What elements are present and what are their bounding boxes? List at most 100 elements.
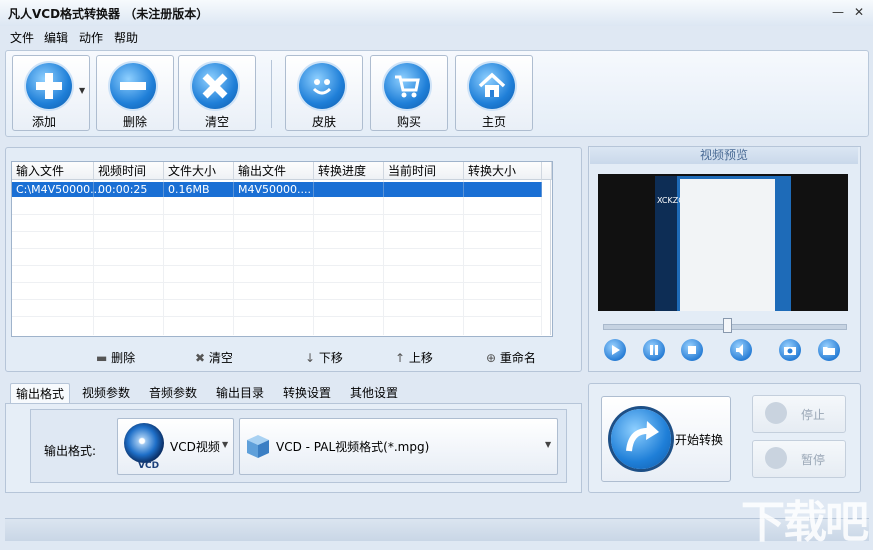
stop-label: 停止 xyxy=(801,408,826,422)
cell-input-file: C:\M4V50000... xyxy=(12,182,101,197)
add-label: 添加 xyxy=(31,115,56,129)
format-label: 输出格式: xyxy=(44,444,97,458)
home-button[interactable]: 主页 xyxy=(455,55,533,131)
column-header[interactable]: 当前时间 xyxy=(384,162,464,180)
column-header[interactable]: 转换进度 xyxy=(314,162,384,180)
status-bar xyxy=(5,518,869,541)
minimize-button[interactable]: — xyxy=(830,4,846,20)
column-header[interactable]: 转换大小 xyxy=(464,162,542,180)
start-convert-label: 开始转换 xyxy=(675,433,724,447)
clear-label: 清空 xyxy=(204,115,229,129)
move-down-label: 下移 xyxy=(318,351,343,365)
list-delete-label: 删除 xyxy=(111,351,136,365)
vcd-icon-label: VCD xyxy=(138,461,160,471)
format-preset-select[interactable]: VCD - PAL视频格式(*.mpg) ▼ xyxy=(239,418,558,475)
close-icon xyxy=(192,63,238,109)
stop-icon xyxy=(765,402,787,424)
box-icon xyxy=(245,433,269,458)
arrow-up-icon: ↑ xyxy=(395,351,406,365)
pause-button[interactable] xyxy=(643,339,665,361)
skin-label: 皮肤 xyxy=(311,115,336,129)
tab-other-settings[interactable]: 其他设置 xyxy=(345,383,403,403)
file-table: 输入文件 视频时间 文件大小 输出文件 转换进度 当前时间 转换大小 C:\M4… xyxy=(11,161,553,337)
menu-action[interactable]: 动作 xyxy=(79,29,103,46)
format-preset-value: VCD - PAL视频格式(*.mpg) xyxy=(276,440,430,454)
buy-button[interactable]: 购买 xyxy=(370,55,448,131)
cell-duration: 00:00:25 xyxy=(94,182,164,197)
column-header[interactable]: 视频时间 xyxy=(94,162,164,180)
delete-button[interactable]: 删除 xyxy=(96,55,174,131)
disc-icon xyxy=(124,423,164,463)
skin-button[interactable]: 皮肤 xyxy=(285,55,363,131)
stop-icon xyxy=(688,346,696,354)
chevron-down-icon: ▼ xyxy=(222,440,229,449)
format-type-select[interactable]: VCD VCD视频 ▼ xyxy=(117,418,234,475)
minus-icon: ▬ xyxy=(96,351,108,365)
tab-convert-settings[interactable]: 转换设置 xyxy=(278,383,336,403)
play-icon xyxy=(612,345,620,355)
open-folder-button[interactable] xyxy=(818,339,840,361)
column-header-filler xyxy=(542,162,552,180)
clear-button[interactable]: 清空 xyxy=(178,55,256,131)
chevron-down-icon[interactable]: ▼ xyxy=(79,86,85,95)
crosshair-icon: ⊕ xyxy=(486,351,497,365)
column-header[interactable]: 输出文件 xyxy=(234,162,314,180)
pause-label: 暂停 xyxy=(801,453,826,467)
video-window xyxy=(680,179,775,311)
tab-output-format[interactable]: 输出格式 xyxy=(10,383,71,404)
move-up-button[interactable]: ↑ 上移 xyxy=(395,349,433,366)
stop-convert-button[interactable]: 停止 xyxy=(752,395,846,433)
home-label: 主页 xyxy=(481,115,506,129)
seek-handle[interactable] xyxy=(723,318,732,333)
list-clear-button[interactable]: ✖ 清空 xyxy=(195,349,233,366)
watermark: 下载吧 xyxy=(741,497,869,548)
cell-size: 0.16MB xyxy=(164,182,234,197)
pause-convert-button[interactable]: 暂停 xyxy=(752,440,846,478)
buy-label: 购买 xyxy=(396,115,421,129)
volume-button[interactable] xyxy=(730,339,752,361)
move-up-label: 上移 xyxy=(408,351,433,365)
minus-icon xyxy=(110,63,156,109)
column-header[interactable]: 文件大小 xyxy=(164,162,234,180)
format-type-value: VCD视频 xyxy=(170,440,220,454)
move-down-button[interactable]: ↓ 下移 xyxy=(305,349,343,366)
cell-current-time xyxy=(384,182,464,197)
home-icon xyxy=(469,63,515,109)
stop-button[interactable] xyxy=(681,339,703,361)
cell-progress xyxy=(314,182,384,197)
tab-video-params[interactable]: 视频参数 xyxy=(77,383,135,403)
close-icon: ✖ xyxy=(195,351,206,365)
close-button[interactable]: ✕ xyxy=(851,4,867,20)
smiley-icon xyxy=(299,63,345,109)
menu-help[interactable]: 帮助 xyxy=(114,29,138,46)
rename-button[interactable]: ⊕ 重命名 xyxy=(486,349,536,366)
video-frame: XCKZQ xyxy=(598,174,848,311)
refresh-arrow-icon xyxy=(611,409,671,469)
folder-icon xyxy=(823,347,835,355)
arrow-down-icon: ↓ xyxy=(305,351,316,365)
rename-label: 重命名 xyxy=(499,351,536,365)
scrollbar-track[interactable] xyxy=(550,180,551,335)
window-title: 凡人VCD格式转换器 （未注册版本） xyxy=(8,7,209,21)
pause-icon xyxy=(765,447,787,469)
menu-file[interactable]: 文件 xyxy=(10,29,34,46)
tab-audio-params[interactable]: 音频参数 xyxy=(144,383,202,403)
list-clear-label: 清空 xyxy=(208,351,233,365)
snapshot-button[interactable] xyxy=(779,339,801,361)
add-button[interactable]: ▼ 添加 xyxy=(12,55,90,131)
cart-icon xyxy=(384,63,430,109)
pause-icon xyxy=(650,345,658,355)
chevron-down-icon: ▼ xyxy=(545,440,552,449)
column-header[interactable]: 输入文件 xyxy=(12,162,94,180)
cell-output-file: M4V50000.... xyxy=(234,182,314,197)
play-button[interactable] xyxy=(604,339,626,361)
menu-edit[interactable]: 编辑 xyxy=(44,29,68,46)
list-delete-button[interactable]: ▬ 删除 xyxy=(96,349,135,366)
start-convert-button[interactable]: 开始转换 xyxy=(601,396,731,482)
camera-icon xyxy=(784,347,796,355)
tab-output-dir[interactable]: 输出目录 xyxy=(211,383,269,403)
plus-icon xyxy=(26,63,72,109)
toolbar-separator xyxy=(271,60,272,128)
cell-converted-size xyxy=(464,182,542,197)
speaker-icon xyxy=(736,344,743,356)
